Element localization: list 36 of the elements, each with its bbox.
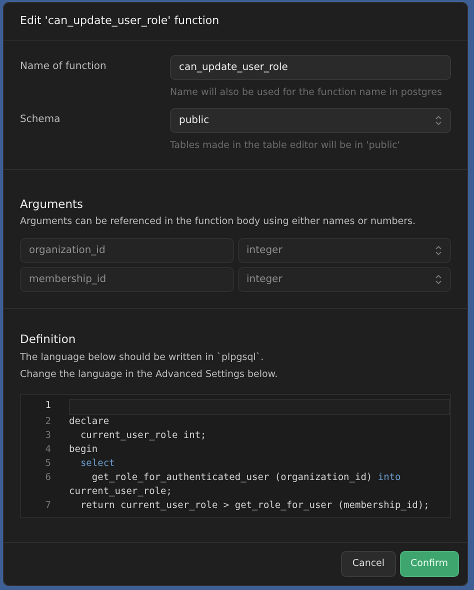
argument-type-select[interactable]: integer xyxy=(238,238,451,262)
code-line: get_role_for_authenticated_user (organization_id) into xyxy=(90,472,401,484)
line-number: 5 xyxy=(44,457,51,472)
section-description: Arguments can be referenced in the function body using either names or numbers. xyxy=(20,215,417,230)
line-number: 1 xyxy=(44,399,51,414)
confirm-button[interactable]: Confirm xyxy=(400,550,459,577)
chevron-updown-icon xyxy=(435,114,442,126)
field-label: Schema xyxy=(20,112,62,127)
cancel-button[interactable]: Cancel xyxy=(341,550,396,577)
dialog-title: Edit 'can_update_user_role' function xyxy=(4,3,467,40)
line-number: 4 xyxy=(44,443,51,458)
argument-name-field[interactable]: membership_id xyxy=(20,266,234,292)
line-number: 3 xyxy=(44,429,51,444)
section-title: Definition xyxy=(20,330,77,348)
code-line: current_user_role int; xyxy=(79,430,206,442)
schema-select[interactable]: public xyxy=(170,108,451,133)
name-input-field[interactable]: can_update_user_role xyxy=(170,54,451,80)
argument-type-select[interactable]: integer xyxy=(238,266,451,292)
field-help-text: Tables made in the table editor will be in 'public' xyxy=(170,138,401,153)
section-description: The language below should be written in `plpgsql`. xyxy=(20,350,265,365)
code-line: current_user_role; xyxy=(69,486,172,498)
code-line: return current_user_role > get_role_for_user (membership_id); xyxy=(79,500,430,512)
section-description: Change the language in the Advanced Settings below. xyxy=(20,368,279,382)
chevron-updown-icon xyxy=(435,274,442,284)
line-number: 7 xyxy=(44,499,51,514)
argument-name-field[interactable]: organization_id xyxy=(20,238,234,262)
code-line: declare xyxy=(69,416,110,428)
chevron-updown-icon xyxy=(435,244,442,256)
code-line: select xyxy=(79,458,115,470)
line-number: 2 xyxy=(44,415,51,430)
code-line: begin xyxy=(69,444,98,456)
line-number: 6 xyxy=(44,471,51,486)
field-label: Name of function xyxy=(20,60,108,74)
section-title: Arguments xyxy=(20,196,84,213)
field-help-text: Name will also be used for the function name in postgres xyxy=(170,86,443,100)
code-editor[interactable]: 1 2 declare 3 current_user_role int; 4 begin 5 select 6 get_role_for_authenticated_user (organization_id) into current_user_role; 7 return current_user_role > get_role_for_user (membership_id); xyxy=(20,394,451,518)
